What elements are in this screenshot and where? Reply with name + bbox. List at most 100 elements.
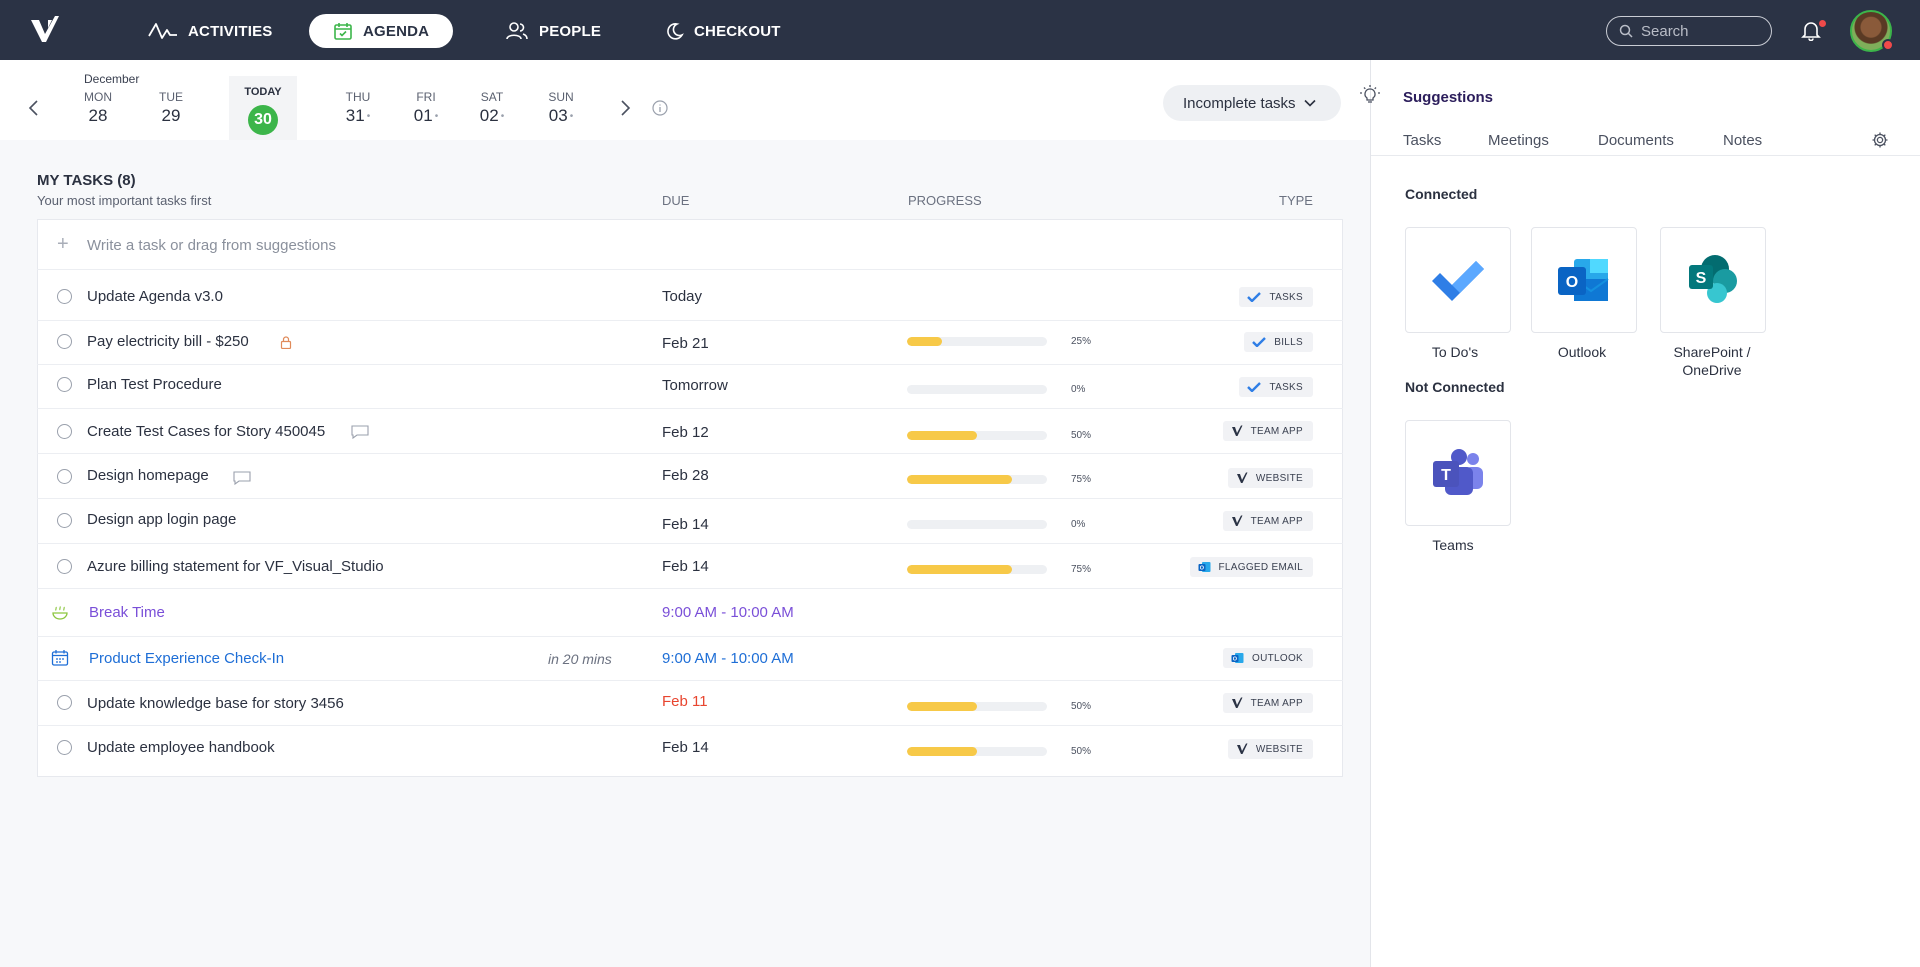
today-label: TODAY bbox=[244, 86, 282, 98]
day-sun[interactable]: SUN 03 • bbox=[531, 90, 591, 126]
tasks-title: MY TASKS (8) bbox=[37, 172, 136, 189]
task-row[interactable]: Product Experience Check-In in 20 mins 9… bbox=[37, 637, 1343, 681]
task-checkbox[interactable] bbox=[57, 559, 72, 574]
app-tile-teams[interactable]: T bbox=[1405, 420, 1511, 526]
activity-icon bbox=[148, 23, 177, 39]
task-checkbox[interactable] bbox=[57, 289, 72, 304]
task-row[interactable]: Update Agenda v3.0 Today TASKS bbox=[37, 271, 1343, 321]
task-due: Tomorrow bbox=[662, 377, 728, 394]
progress-fill bbox=[907, 702, 977, 711]
task-row[interactable]: Pay electricity bill - $250 Feb 21 25% B… bbox=[37, 321, 1343, 365]
tab-notes[interactable]: Notes bbox=[1723, 132, 1762, 149]
meeting-countdown: in 20 mins bbox=[548, 651, 612, 667]
day-name: SAT bbox=[480, 90, 504, 104]
task-filter-dropdown[interactable]: Incomplete tasks bbox=[1163, 85, 1341, 121]
comment-icon[interactable] bbox=[351, 425, 369, 439]
chevron-left-icon[interactable] bbox=[24, 98, 44, 118]
task-row[interactable]: Plan Test Procedure Tomorrow 0% TASKS bbox=[37, 365, 1343, 409]
task-due: 9:00 AM - 10:00 AM bbox=[662, 604, 794, 621]
task-checkbox[interactable] bbox=[57, 695, 72, 710]
gear-icon[interactable] bbox=[1871, 131, 1889, 149]
progress-bar bbox=[907, 520, 1047, 529]
progress-bar bbox=[907, 475, 1047, 484]
outlook-app-icon: O bbox=[1558, 259, 1609, 301]
chevron-right-icon[interactable] bbox=[615, 98, 635, 118]
progress-percent: 0% bbox=[1071, 384, 1086, 395]
day-mon[interactable]: MON 28 bbox=[68, 90, 128, 126]
day-number: 02 bbox=[479, 106, 499, 125]
task-type-badge: TEAM APP bbox=[1222, 421, 1313, 441]
task-checkbox[interactable] bbox=[57, 424, 72, 439]
todo-check-icon bbox=[1247, 292, 1262, 302]
task-row[interactable]: Create Test Cases for Story 450045 Feb 1… bbox=[37, 409, 1343, 454]
task-type-label: BILLS bbox=[1274, 336, 1303, 348]
tab-tasks[interactable]: Tasks bbox=[1403, 132, 1441, 149]
column-due: DUE bbox=[662, 193, 690, 208]
app-tile-sharepoint[interactable]: S bbox=[1660, 227, 1766, 333]
app-tile-outlook[interactable]: O bbox=[1531, 227, 1637, 333]
task-due: Feb 14 bbox=[662, 516, 709, 533]
nav-checkout[interactable]: CHECKOUT bbox=[666, 14, 781, 48]
task-checkbox[interactable] bbox=[57, 469, 72, 484]
day-name: MON bbox=[84, 90, 112, 104]
moon-icon bbox=[667, 23, 684, 40]
nav-people[interactable]: PEOPLE bbox=[505, 14, 601, 48]
task-title: Update employee handbook bbox=[87, 739, 275, 756]
lock-icon bbox=[280, 336, 292, 349]
task-title: Pay electricity bill - $250 bbox=[87, 333, 249, 350]
search-input[interactable] bbox=[1641, 22, 1761, 40]
day-fri[interactable]: FRI 01 • bbox=[396, 90, 456, 126]
app-tile-todo[interactable] bbox=[1405, 227, 1511, 333]
day-thu[interactable]: THU 31 • bbox=[328, 90, 388, 126]
task-row[interactable]: Update knowledge base for story 3456 Feb… bbox=[37, 681, 1343, 726]
task-checkbox[interactable] bbox=[57, 334, 72, 349]
task-due: Feb 14 bbox=[662, 739, 709, 756]
task-row[interactable]: Design homepage Feb 28 75% WEBSITE bbox=[37, 454, 1343, 499]
app-name-todo: To Do's bbox=[1431, 344, 1479, 360]
today-number-badge[interactable]: 30 bbox=[248, 105, 278, 135]
progress-fill bbox=[907, 337, 942, 346]
day-number: 28 bbox=[88, 106, 108, 125]
nav-people-label: PEOPLE bbox=[539, 22, 602, 40]
presence-status-dot bbox=[1882, 39, 1894, 51]
outlook-icon: O bbox=[1198, 562, 1211, 572]
task-title: Design app login page bbox=[87, 511, 237, 528]
task-type-label: WEBSITE bbox=[1255, 472, 1303, 484]
task-row[interactable]: Azure billing statement for VF_Visual_St… bbox=[37, 544, 1343, 589]
nav-activities[interactable]: ACTIVITIES bbox=[148, 14, 273, 48]
task-row[interactable]: Update employee handbook Feb 14 50% WEBS… bbox=[37, 726, 1343, 776]
nav-agenda-label: AGENDA bbox=[363, 22, 430, 40]
search-box[interactable] bbox=[1606, 16, 1772, 46]
task-checkbox[interactable] bbox=[57, 513, 72, 528]
add-task-input[interactable]: Write a task or drag from suggestions bbox=[87, 237, 336, 254]
task-type-label: FLAGGED EMAIL bbox=[1218, 561, 1303, 573]
tab-documents[interactable]: Documents bbox=[1598, 132, 1674, 149]
app-logo-icon[interactable] bbox=[28, 14, 62, 46]
task-row[interactable]: Break Time 9:00 AM - 10:00 AM bbox=[37, 589, 1343, 637]
add-task-row[interactable]: + Write a task or drag from suggestions bbox=[37, 220, 1343, 270]
task-row[interactable]: Design app login page Feb 14 0% TEAM APP bbox=[37, 499, 1343, 544]
nav-agenda[interactable]: AGENDA bbox=[309, 14, 454, 48]
day-sat[interactable]: SAT 02 • bbox=[462, 90, 522, 126]
v-logo-icon bbox=[1231, 515, 1243, 526]
progress-fill bbox=[907, 475, 1012, 484]
day-number: 29 bbox=[161, 106, 181, 125]
info-icon[interactable] bbox=[652, 100, 668, 116]
search-icon bbox=[1619, 24, 1633, 38]
task-due: Feb 28 bbox=[662, 467, 709, 484]
day-number: 03 bbox=[548, 106, 568, 125]
people-icon bbox=[506, 22, 528, 40]
comment-icon[interactable] bbox=[233, 471, 251, 485]
tab-meetings[interactable]: Meetings bbox=[1488, 132, 1549, 149]
task-title: Azure billing statement for VF_Visual_St… bbox=[87, 558, 384, 575]
task-due: Today bbox=[662, 288, 703, 305]
task-checkbox[interactable] bbox=[57, 377, 72, 392]
progress-percent: 75% bbox=[1071, 474, 1092, 485]
day-tue[interactable]: TUE 29 bbox=[141, 90, 201, 126]
sharepoint-app-icon: S bbox=[1689, 255, 1737, 303]
task-checkbox[interactable] bbox=[57, 740, 72, 755]
progress-percent: 50% bbox=[1071, 430, 1092, 441]
notification-badge bbox=[1819, 20, 1826, 27]
svg-text:O: O bbox=[1199, 566, 1204, 572]
lightbulb-icon[interactable] bbox=[1359, 84, 1381, 106]
